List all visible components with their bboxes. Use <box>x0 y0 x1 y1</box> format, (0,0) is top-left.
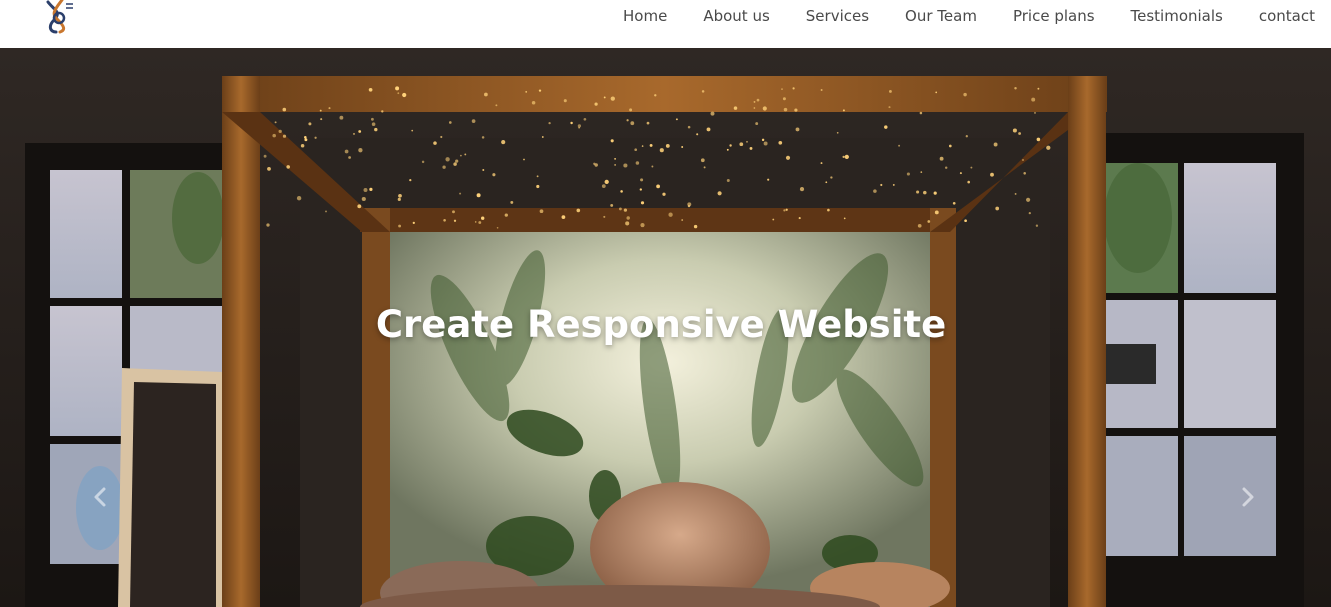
carousel-prev-button[interactable] <box>71 462 131 532</box>
nav-link-pricing[interactable]: Price plans <box>1013 7 1095 25</box>
nav-link-contact[interactable]: contact <box>1259 7 1315 25</box>
knot-logo-icon <box>46 0 73 34</box>
nav-item-contact: contact <box>1259 7 1315 26</box>
chevron-left-icon <box>94 487 106 507</box>
nav-link-testimonials[interactable]: Testimonials <box>1131 7 1223 25</box>
nav-menu: Home About us Services Our Team Price pl… <box>587 0 1315 32</box>
hero-carousel: Create Responsive Website <box>0 48 1331 607</box>
chevron-right-icon <box>1242 487 1254 507</box>
nav-link-home[interactable]: Home <box>623 7 667 25</box>
nav-item-testimonials: Testimonials <box>1131 7 1223 26</box>
carousel-next-button[interactable] <box>1217 462 1277 532</box>
hero-title: Create Responsive Website <box>375 303 947 346</box>
nav-item-home: Home <box>623 7 667 26</box>
navbar: Home About us Services Our Team Price pl… <box>0 0 1331 48</box>
nav-link-team[interactable]: Our Team <box>905 7 977 25</box>
nav-link-about[interactable]: About us <box>703 7 769 25</box>
nav-link-services[interactable]: Services <box>806 7 869 25</box>
nav-item-pricing: Price plans <box>1013 7 1095 26</box>
nav-item-about: About us <box>703 7 769 26</box>
nav-item-team: Our Team <box>905 7 977 26</box>
nav-item-services: Services <box>806 7 869 26</box>
